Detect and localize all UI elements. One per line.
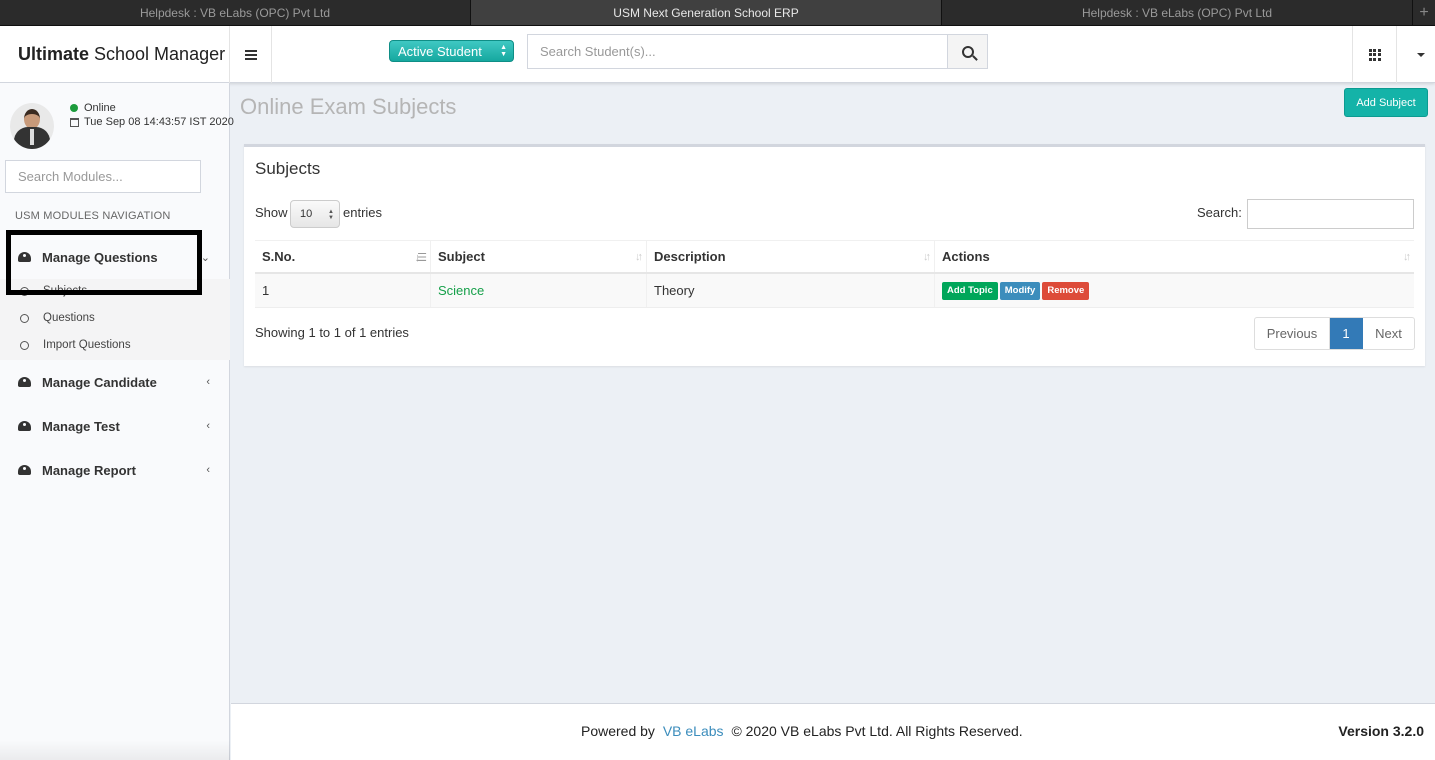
sort-desc-icon: ↓☰: [414, 252, 428, 264]
modify-button[interactable]: Modify: [999, 281, 1041, 300]
subjects-box: Subjects Show 10 ▲ ▼ entries Search: S.No…: [244, 144, 1425, 366]
circle-icon: [20, 313, 29, 323]
column-header-label: Actions: [942, 249, 990, 264]
sidebar-item-label: Manage Test: [42, 418, 120, 434]
page-title: Online Exam Subjects: [240, 94, 457, 119]
cell-actions: Add Topic Modify Remove: [935, 274, 1414, 307]
column-header-subject[interactable]: Subject ↓↑: [431, 241, 647, 272]
new-tab-button[interactable]: +: [1413, 0, 1435, 25]
hamburger-icon: [244, 49, 257, 60]
calendar-icon: [70, 117, 79, 127]
module-search-input[interactable]: Search Modules...: [5, 160, 201, 193]
entries-per-page-select[interactable]: 10 ▲ ▼: [290, 200, 340, 228]
sidebar-fade: [0, 740, 230, 760]
online-status-label: Online: [84, 102, 116, 114]
nav-header: USM MODULES NAVIGATION: [15, 210, 171, 222]
table-row: 1 Science Theory Add Topic Modify Remove: [255, 274, 1414, 308]
column-header-label: Subject: [438, 249, 485, 264]
dashboard-icon: [18, 421, 31, 431]
column-header-label: Description: [654, 249, 726, 264]
sidebar-item-manage-report[interactable]: Manage Report ‹: [0, 455, 230, 485]
datetime-label: Tue Sep 08 14:43:57 IST 2020: [84, 116, 234, 128]
copyright-text: © 2020 VB eLabs Pvt Ltd. All Rights Rese…: [731, 723, 1023, 739]
user-dropdown-button[interactable]: [1407, 26, 1435, 83]
subject-link[interactable]: Science: [438, 283, 484, 298]
browser-tab-helpdesk-1[interactable]: Helpdesk : VB eLabs (OPC) Pvt Ltd: [0, 0, 471, 25]
sidebar-toggle-button[interactable]: [230, 26, 272, 83]
student-search: Search Student(s)...: [527, 34, 988, 69]
student-status-select[interactable]: Active Student ▲ ▼: [389, 40, 514, 62]
submenu-item-import-questions[interactable]: Import Questions: [20, 339, 131, 351]
cell-sno: 1: [255, 274, 431, 307]
submenu-label: Import Questions: [43, 339, 131, 351]
entries-per-page-value: 10: [300, 208, 313, 220]
select-arrows-icon: ▲ ▼: [328, 209, 334, 221]
pagination: Previous 1 Next: [1254, 317, 1415, 350]
chevron-down-icon: ⌄: [200, 252, 210, 264]
column-header-label: S.No.: [262, 249, 296, 264]
caret-down-icon: [1417, 52, 1425, 57]
logo-text: School Manager: [94, 44, 226, 64]
subjects-table: S.No. ↓☰ Subject ↓↑ Description ↓↑ Actio…: [255, 240, 1414, 308]
submenu-item-questions[interactable]: Questions: [20, 312, 95, 324]
student-search-input[interactable]: Search Student(s)...: [528, 35, 947, 68]
cell-description: Theory: [647, 274, 935, 307]
footer: Powered by VB eLabs © 2020 VB eLabs Pvt …: [231, 703, 1435, 760]
online-dot-icon: [70, 104, 78, 112]
brand-link[interactable]: VB eLabs: [663, 723, 724, 739]
cell-subject: Science: [431, 274, 647, 307]
pagination-next[interactable]: Next: [1363, 318, 1414, 349]
browser-tab-helpdesk-2[interactable]: Helpdesk : VB eLabs (OPC) Pvt Ltd: [942, 0, 1413, 25]
sort-icon: ↓↑: [923, 251, 931, 263]
browser-tab-usm-erp[interactable]: USM Next Generation School ERP: [471, 0, 942, 25]
pagination-page-1[interactable]: 1: [1330, 318, 1363, 349]
powered-by-label: Powered by: [581, 723, 655, 739]
student-status-value: Active Student: [398, 43, 482, 59]
submenu-label: Questions: [43, 312, 95, 324]
table-search-input[interactable]: [1247, 199, 1414, 229]
app-logo[interactable]: Ultimate School Manager: [0, 26, 230, 83]
table-header-row: S.No. ↓☰ Subject ↓↑ Description ↓↑ Actio…: [255, 240, 1414, 274]
circle-icon: [20, 340, 29, 350]
show-label: Show: [255, 205, 288, 220]
search-icon: [961, 45, 974, 58]
highlight-annotation-box: [6, 230, 202, 295]
top-header: Ultimate School Manager Active Student ▲…: [0, 26, 1435, 83]
version-label: Version 3.2.0: [1338, 723, 1424, 739]
dashboard-icon: [18, 465, 31, 475]
sidebar-item-label: Manage Candidate: [42, 374, 157, 390]
grid-icon: [1368, 48, 1381, 61]
select-arrows-icon: ▲ ▼: [500, 44, 507, 58]
chevron-left-icon: ‹: [206, 420, 210, 432]
column-header-description[interactable]: Description ↓↑: [647, 241, 935, 272]
browser-tab-strip: Helpdesk : VB eLabs (OPC) Pvt Ltd USM Ne…: [0, 0, 1435, 26]
sort-icon: ↓↑: [1403, 251, 1411, 263]
avatar: [10, 103, 54, 149]
table-search-label: Search:: [1197, 205, 1242, 220]
column-header-sno[interactable]: S.No. ↓☰: [255, 241, 431, 272]
sidebar-item-label: Manage Report: [42, 462, 136, 478]
add-topic-button[interactable]: Add Topic: [942, 281, 998, 300]
current-datetime: Tue Sep 08 14:43:57 IST 2020: [70, 116, 234, 128]
column-header-actions[interactable]: Actions ↓↑: [935, 241, 1414, 272]
box-title: Subjects: [255, 159, 321, 178]
add-subject-button[interactable]: Add Subject: [1344, 88, 1428, 117]
dashboard-icon: [18, 377, 31, 387]
table-info: Showing 1 to 1 of 1 entries: [255, 325, 409, 340]
online-status: Online: [70, 102, 116, 114]
entries-label: entries: [343, 205, 383, 220]
logo-bold-text: Ultimate: [18, 44, 90, 64]
sort-icon: ↓↑: [635, 251, 643, 263]
pagination-previous[interactable]: Previous: [1255, 318, 1330, 349]
chevron-left-icon: ‹: [206, 464, 210, 476]
apps-menu-button[interactable]: [1352, 26, 1397, 83]
remove-button[interactable]: Remove: [1042, 281, 1090, 300]
student-search-button[interactable]: [947, 35, 987, 68]
footer-credit: Powered by VB eLabs © 2020 VB eLabs Pvt …: [581, 723, 1023, 739]
sidebar-item-manage-candidate[interactable]: Manage Candidate ‹: [0, 367, 230, 397]
chevron-left-icon: ‹: [206, 376, 210, 388]
sidebar: Online Tue Sep 08 14:43:57 IST 2020 Sear…: [0, 83, 234, 760]
sidebar-item-manage-test[interactable]: Manage Test ‹: [0, 411, 230, 441]
